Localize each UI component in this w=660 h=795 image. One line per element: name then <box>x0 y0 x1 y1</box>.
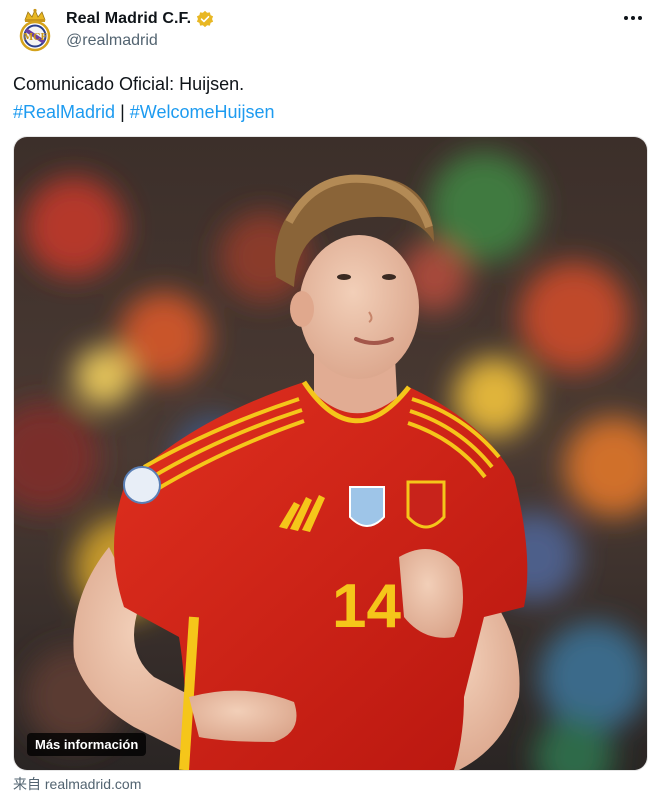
svg-text:MCF: MCF <box>23 33 47 43</box>
real-madrid-crest-icon[interactable]: MCF <box>15 8 55 52</box>
more-options-icon[interactable] <box>620 8 646 28</box>
player-photo: 14 <box>14 137 647 770</box>
verified-badge-icon <box>196 10 214 28</box>
post-text: Comunicado Oficial: Huijsen. #RealMadrid… <box>13 70 275 126</box>
account-handle[interactable]: @realmadrid <box>66 32 158 50</box>
hashtag-realmadrid[interactable]: #RealMadrid <box>13 102 115 122</box>
hashtag-separator: | <box>120 102 125 122</box>
dot <box>638 16 642 20</box>
more-info-button[interactable]: Más información <box>27 733 147 756</box>
post-image[interactable]: 14 <box>13 136 648 771</box>
hashtag-welcomehuijsen[interactable]: #WelcomeHuijsen <box>130 102 275 122</box>
hashtag-line: #RealMadrid | #WelcomeHuijsen <box>13 98 275 126</box>
post-body: Comunicado Oficial: Huijsen. <box>13 74 245 94</box>
dot <box>631 16 635 20</box>
post-header: MCF Real Madrid C.F. @realmadrid <box>0 0 660 60</box>
dot <box>624 16 628 20</box>
display-name[interactable]: Real Madrid C.F. <box>66 10 191 28</box>
account-name-row: Real Madrid C.F. <box>66 10 214 28</box>
source-link[interactable]: 来自 realmadrid.com <box>13 774 141 794</box>
jersey-number: 14 <box>332 572 401 641</box>
